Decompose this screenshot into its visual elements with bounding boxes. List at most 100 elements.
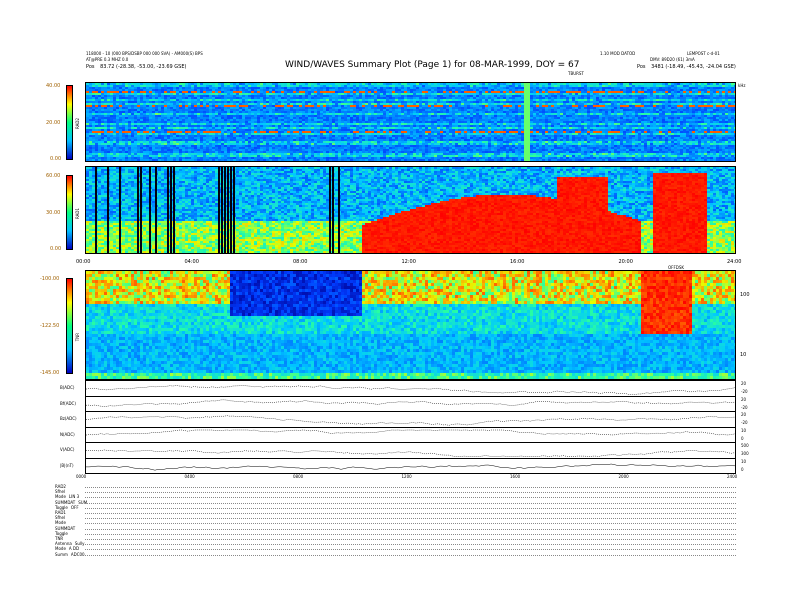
rad2-cell bbox=[212, 149, 215, 151]
rad2-cell bbox=[92, 125, 95, 127]
rad2-cell bbox=[293, 135, 296, 137]
rad2-cell bbox=[296, 143, 299, 145]
rad2-cell bbox=[455, 113, 458, 115]
rad2-cell bbox=[161, 129, 164, 131]
rad2-cell bbox=[416, 147, 419, 149]
rad2-cell bbox=[362, 135, 365, 137]
rad2-cell bbox=[161, 99, 164, 101]
rad2-cell bbox=[302, 101, 305, 103]
rad2-cell bbox=[341, 105, 344, 107]
rad2-cell bbox=[218, 127, 221, 129]
rad2-cell bbox=[434, 113, 437, 115]
rad2-cell bbox=[197, 143, 200, 145]
rad2-cell bbox=[311, 131, 314, 133]
rad2-cell bbox=[218, 91, 221, 93]
rad2-cell bbox=[263, 147, 266, 149]
rad2-cell bbox=[452, 95, 455, 97]
rad2-cell bbox=[188, 137, 191, 139]
rad2-cell bbox=[266, 91, 269, 93]
rad2-cell bbox=[263, 95, 266, 97]
rad2-cell bbox=[167, 123, 170, 125]
rad2-cell bbox=[212, 95, 215, 97]
rad2-cell bbox=[92, 95, 95, 97]
rad2-cell bbox=[338, 123, 341, 125]
rad2-cell bbox=[209, 87, 212, 89]
rad2-cell bbox=[389, 135, 392, 137]
rad2-cell bbox=[365, 89, 368, 91]
rad2-cell bbox=[191, 117, 194, 119]
rad2-cell bbox=[230, 85, 233, 87]
rad2-cell bbox=[224, 157, 227, 159]
rad2-cell bbox=[431, 137, 434, 139]
rad2-cell bbox=[173, 87, 176, 89]
rad2-cell bbox=[128, 99, 131, 101]
rad2-cell bbox=[215, 155, 218, 157]
rad2-cell bbox=[173, 91, 176, 93]
rad2-cell bbox=[212, 99, 215, 101]
rad2-cell bbox=[209, 133, 212, 135]
rad2-cell bbox=[353, 147, 356, 149]
rad2-cell bbox=[92, 127, 95, 129]
rad2-cell bbox=[179, 147, 182, 149]
rad2-cell bbox=[359, 145, 362, 147]
rad2-cell bbox=[143, 99, 146, 101]
rad2-cell bbox=[227, 125, 230, 127]
rad2-cell bbox=[125, 143, 128, 145]
rad2-cell bbox=[257, 119, 260, 121]
rad2-cell bbox=[317, 157, 320, 159]
rad2-cell bbox=[353, 117, 356, 119]
rad2-cell bbox=[371, 139, 374, 141]
rad2-cell bbox=[335, 115, 338, 117]
rad2-cell bbox=[383, 97, 386, 99]
rad2-cell bbox=[449, 149, 452, 151]
rad2-cell bbox=[254, 111, 257, 113]
rad2-cell bbox=[176, 161, 179, 162]
rad2-cell bbox=[326, 87, 329, 89]
rad2-cell bbox=[428, 109, 431, 111]
rad2-cell bbox=[221, 103, 224, 105]
rad2-cell bbox=[170, 105, 173, 107]
rad2-cell bbox=[245, 105, 248, 107]
rad2-cell bbox=[236, 153, 239, 155]
rad2-cell bbox=[452, 109, 455, 111]
rad2-cell bbox=[326, 107, 329, 109]
rad2-cell bbox=[218, 103, 221, 105]
rad2-cell bbox=[299, 99, 302, 101]
rad2-cell bbox=[356, 97, 359, 99]
rad2-cell bbox=[278, 129, 281, 131]
rad2-cell bbox=[383, 123, 386, 125]
rad2-cell bbox=[266, 95, 269, 97]
rad2-cell bbox=[179, 95, 182, 97]
rad2-cell bbox=[131, 89, 134, 91]
rad2-cell bbox=[332, 131, 335, 133]
rad2-cell bbox=[380, 91, 383, 93]
rad2-cell bbox=[158, 119, 161, 121]
rad2-cell bbox=[176, 91, 179, 93]
rad2-cell bbox=[314, 157, 317, 159]
rad2-cell bbox=[344, 149, 347, 151]
rad2-cell bbox=[350, 111, 353, 113]
rad2-cell bbox=[92, 147, 95, 149]
rad2-cell bbox=[239, 159, 242, 161]
rad2-cell bbox=[422, 105, 425, 107]
rad2-cell bbox=[188, 161, 191, 162]
rad2-cell bbox=[350, 151, 353, 153]
rad2-cell bbox=[383, 111, 386, 113]
rad2-cell bbox=[101, 127, 104, 129]
rad2-cell bbox=[374, 119, 377, 121]
rad2-cell bbox=[239, 113, 242, 115]
rad2-cell bbox=[245, 133, 248, 135]
page-title: WIND/WAVES Summary Plot (Page 1) for 08-… bbox=[285, 60, 579, 70]
rad2-cell bbox=[290, 97, 293, 99]
rad2-cell bbox=[107, 91, 110, 93]
rad2-cell bbox=[347, 101, 350, 103]
rad2-cell bbox=[197, 107, 200, 109]
rad2-cell bbox=[278, 141, 281, 143]
rad2-cell bbox=[236, 159, 239, 161]
rad2-cell bbox=[125, 149, 128, 151]
rad2-cell bbox=[416, 111, 419, 113]
rad2-cell bbox=[278, 97, 281, 99]
rad2-cell bbox=[230, 145, 233, 147]
rad2-cell bbox=[401, 139, 404, 141]
rad2-cell bbox=[287, 107, 290, 109]
